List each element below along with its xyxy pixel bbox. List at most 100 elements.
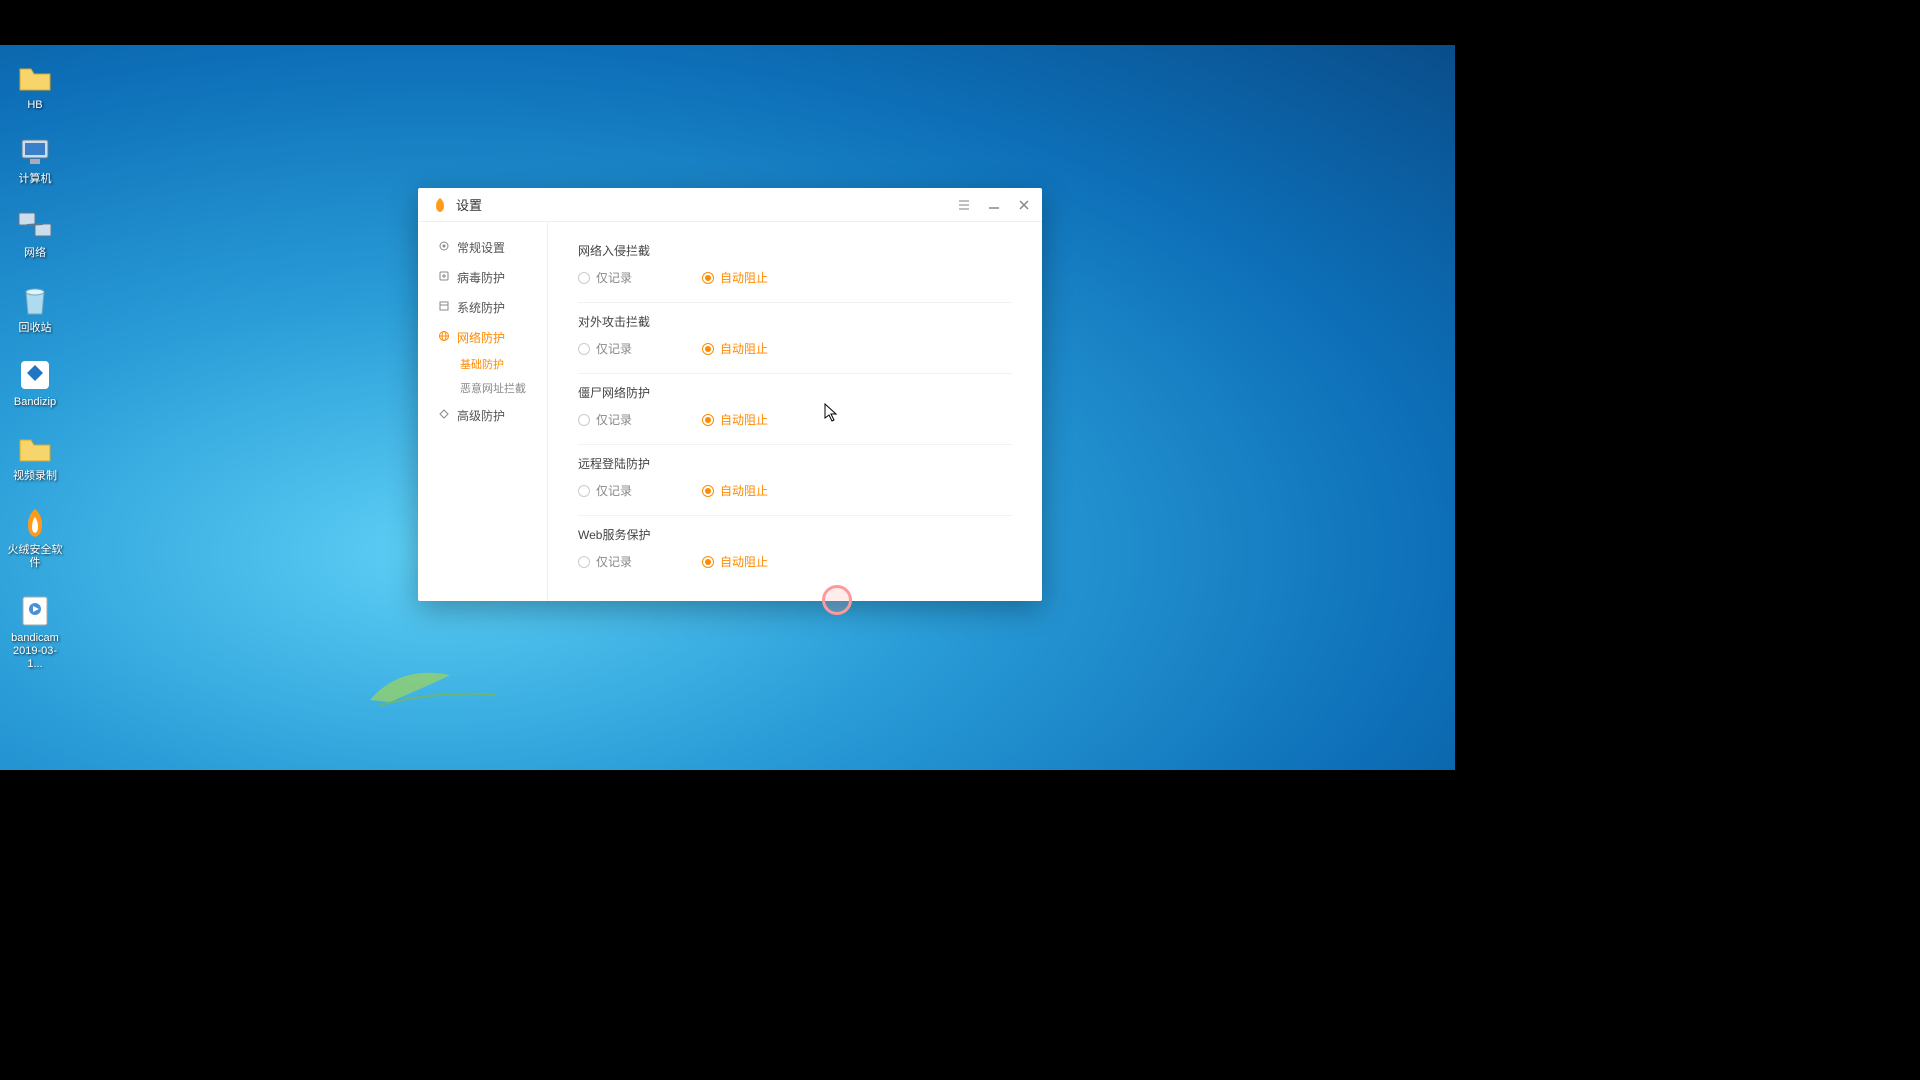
setting-section: 僵尸网络防护仅记录 自动阻止 (578, 374, 1012, 445)
radio-label: 自动阻止 (720, 482, 768, 499)
radio-option-log-only[interactable]: 仅记录 (578, 411, 632, 428)
radio-option-log-only[interactable]: 仅记录 (578, 553, 632, 570)
sidebar-item-label: 常规设置 (457, 239, 505, 256)
radio-circle-icon (578, 272, 590, 284)
section-title: Web服务保护 (578, 526, 1012, 543)
desktop-icon-label: 网络 (24, 247, 46, 260)
desktop-icon-label: Bandizip (14, 396, 56, 409)
app-icon (432, 197, 448, 213)
radio-group: 仅记录 自动阻止 (578, 553, 1012, 570)
radio-circle-icon (702, 485, 714, 497)
radio-circle-icon (702, 343, 714, 355)
diamond-icon (438, 408, 450, 423)
bandizip-icon (17, 357, 53, 393)
desktop-icon-bandizip[interactable]: Bandizip (7, 357, 63, 409)
sidebar-item-system[interactable]: 系统防护 (418, 292, 547, 322)
sidebar-item-virus[interactable]: 病毒防护 (418, 262, 547, 292)
window-controls (956, 197, 1032, 213)
radio-group: 仅记录 自动阻止 (578, 269, 1012, 286)
radio-label: 仅记录 (596, 340, 632, 357)
desktop-icon-label: HB (27, 99, 42, 112)
desktop-icon-bandicam-file[interactable]: bandicam 2019-03-1... (7, 593, 63, 672)
radio-label: 自动阻止 (720, 269, 768, 286)
recyclebin-icon (17, 283, 53, 319)
sidebar-item-label: 系统防护 (457, 299, 505, 316)
desktop-icon-label: 回收站 (19, 322, 52, 335)
radio-option-auto-block[interactable]: 自动阻止 (702, 482, 768, 499)
radio-label: 仅记录 (596, 553, 632, 570)
section-title: 网络入侵拦截 (578, 242, 1012, 259)
setting-section: 对外攻击拦截仅记录 自动阻止 (578, 303, 1012, 374)
close-button[interactable] (1016, 197, 1032, 213)
sidebar-item-network[interactable]: 网络防护 (418, 322, 547, 352)
bottom-black-bar (0, 770, 1920, 1080)
network-icon (17, 208, 53, 244)
radio-circle-icon (578, 343, 590, 355)
sidebar-item-label: 网络防护 (457, 329, 505, 346)
titlebar[interactable]: 设置 (418, 188, 1042, 222)
sidebar-subitem-basic-protection[interactable]: 基础防护 (418, 352, 547, 376)
radio-option-auto-block[interactable]: 自动阻止 (702, 340, 768, 357)
radio-group: 仅记录 自动阻止 (578, 482, 1012, 499)
radio-group: 仅记录 自动阻止 (578, 411, 1012, 428)
sidebar-item-advanced[interactable]: 高级防护 (418, 400, 547, 430)
folder-icon (17, 431, 53, 467)
radio-circle-icon (702, 556, 714, 568)
sidebar-subitem-label: 基础防护 (460, 356, 504, 372)
video-file-icon (17, 593, 53, 629)
radio-option-log-only[interactable]: 仅记录 (578, 482, 632, 499)
radio-label: 仅记录 (596, 482, 632, 499)
setting-section: 网络入侵拦截仅记录 自动阻止 (578, 232, 1012, 303)
section-title: 对外攻击拦截 (578, 313, 1012, 330)
section-title: 远程登陆防护 (578, 455, 1012, 472)
radio-option-auto-block[interactable]: 自动阻止 (702, 553, 768, 570)
decorative-leaf (360, 660, 500, 710)
radio-label: 自动阻止 (720, 411, 768, 428)
settings-sidebar: 常规设置 病毒防护 系统防护 网络防护 基础防护 恶意 (418, 222, 548, 601)
radio-circle-icon (702, 272, 714, 284)
desktop-icon-label: 计算机 (19, 173, 52, 186)
radio-label: 自动阻止 (720, 553, 768, 570)
window-title: 设置 (456, 195, 956, 214)
setting-section: Web服务保护仅记录 自动阻止 (578, 516, 1012, 586)
desktop-icon-network[interactable]: 网络 (7, 208, 63, 260)
menu-icon[interactable] (956, 197, 972, 213)
desktop-icon-label: 视频录制 (13, 470, 57, 483)
radio-circle-icon (578, 485, 590, 497)
section-title: 僵尸网络防护 (578, 384, 1012, 401)
desktop-icon-label: 火绒安全软件 (7, 544, 63, 570)
radio-option-auto-block[interactable]: 自动阻止 (702, 411, 768, 428)
settings-window: 设置 常规设置 病毒防护 系统防护 (418, 188, 1042, 601)
desktop-icon-videorecord-folder[interactable]: 视频录制 (7, 431, 63, 483)
radio-label: 仅记录 (596, 269, 632, 286)
gear-icon (438, 240, 450, 255)
sidebar-subitem-label: 恶意网址拦截 (460, 380, 526, 396)
computer-icon (17, 134, 53, 170)
radio-circle-icon (702, 414, 714, 426)
radio-option-log-only[interactable]: 仅记录 (578, 269, 632, 286)
radio-circle-icon (578, 414, 590, 426)
radio-group: 仅记录 自动阻止 (578, 340, 1012, 357)
desktop-icon-recyclebin[interactable]: 回收站 (7, 283, 63, 335)
radio-label: 仅记录 (596, 411, 632, 428)
desktop-icons-column: HB 计算机 网络 回收站 Bandizip 视频录制 火绒安全 (7, 60, 63, 671)
desktop[interactable]: HB 计算机 网络 回收站 Bandizip 视频录制 火绒安全 (0, 45, 1455, 770)
settings-content: 网络入侵拦截仅记录自动阻止对外攻击拦截仅记录自动阻止僵尸网络防护仅记录自动阻止远… (548, 222, 1042, 601)
folder-icon (17, 60, 53, 96)
sidebar-subitem-malicious-url[interactable]: 恶意网址拦截 (418, 376, 547, 400)
sidebar-item-label: 病毒防护 (457, 269, 505, 286)
huorong-icon (17, 505, 53, 541)
desktop-icon-huorong[interactable]: 火绒安全软件 (7, 505, 63, 570)
window-body: 常规设置 病毒防护 系统防护 网络防护 基础防护 恶意 (418, 222, 1042, 601)
minimize-button[interactable] (986, 197, 1002, 213)
radio-option-log-only[interactable]: 仅记录 (578, 340, 632, 357)
window-icon (438, 300, 450, 315)
sidebar-item-general[interactable]: 常规设置 (418, 232, 547, 262)
radio-label: 自动阻止 (720, 340, 768, 357)
desktop-icon-label: bandicam 2019-03-1... (7, 632, 63, 672)
plus-shield-icon (438, 270, 450, 285)
desktop-icon-computer[interactable]: 计算机 (7, 134, 63, 186)
radio-option-auto-block[interactable]: 自动阻止 (702, 269, 768, 286)
desktop-icon-hb[interactable]: HB (7, 60, 63, 112)
setting-section: 远程登陆防护仅记录 自动阻止 (578, 445, 1012, 516)
